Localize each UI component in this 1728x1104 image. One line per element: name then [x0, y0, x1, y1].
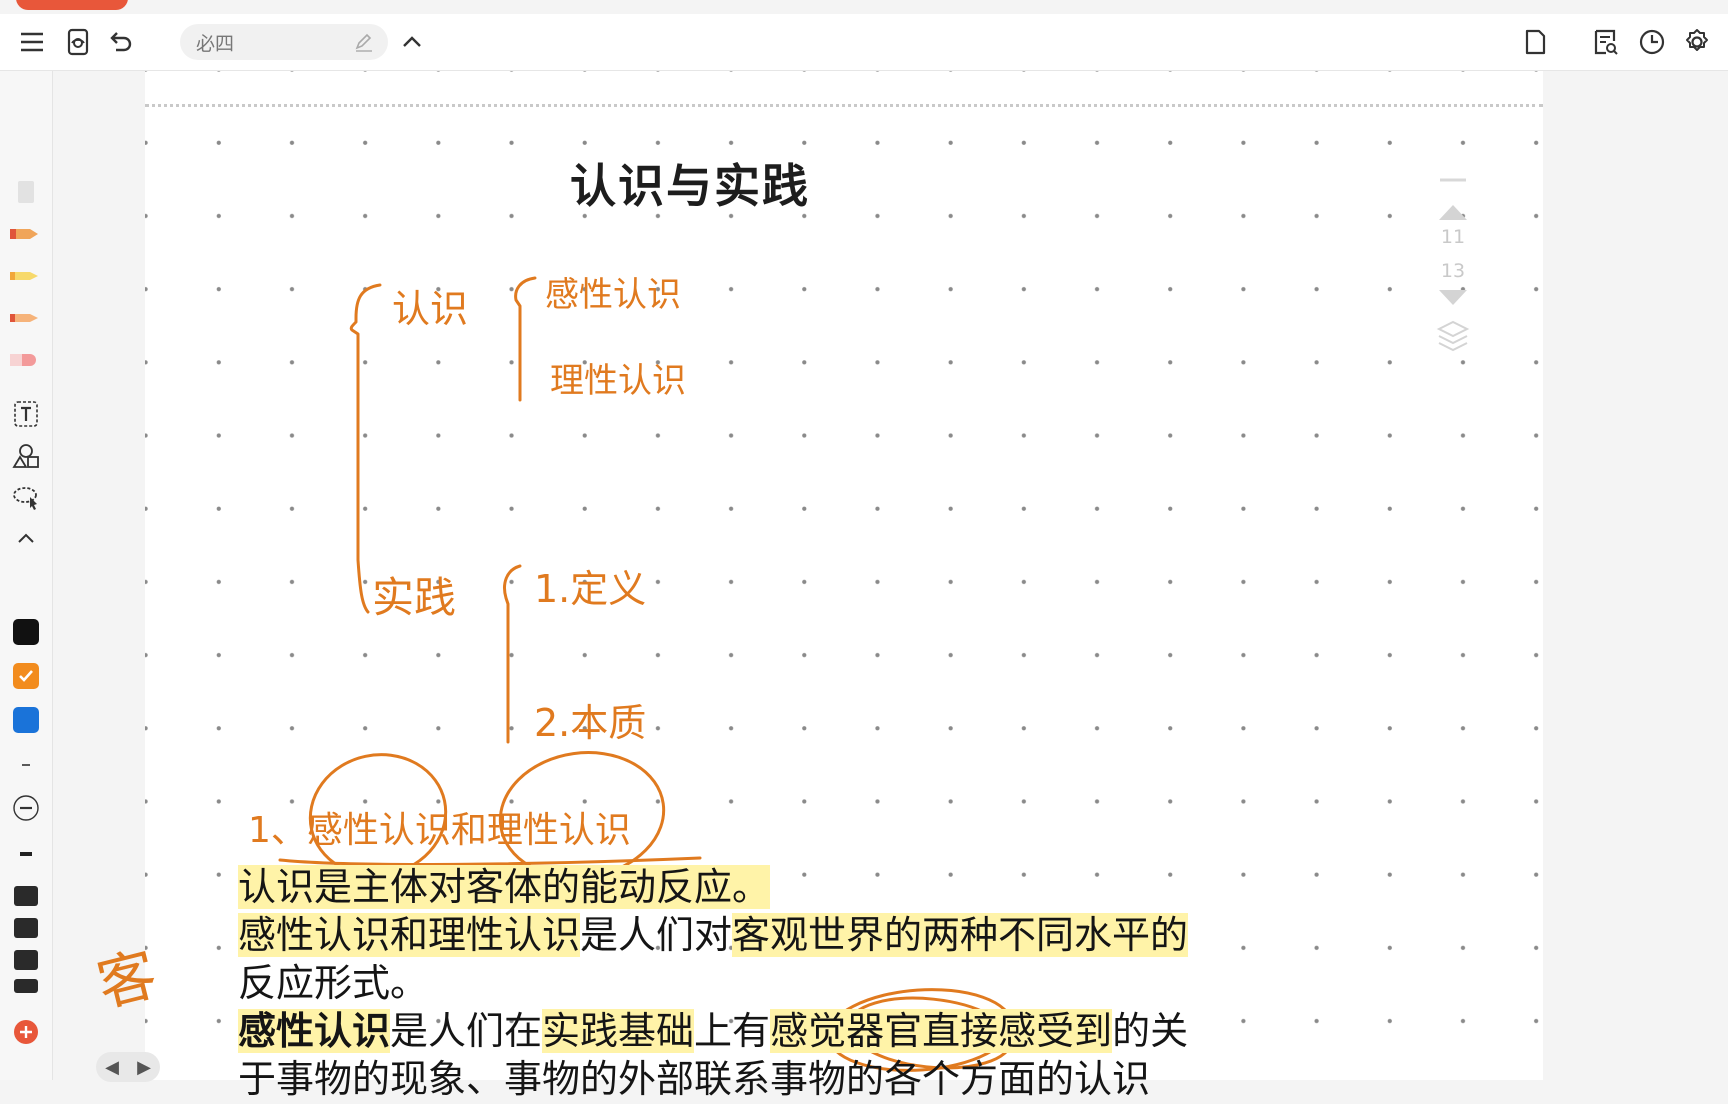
- plain-text: 是人们对: [580, 913, 733, 957]
- preset-marker-1[interactable]: [8, 879, 44, 913]
- stroke-width-thick[interactable]: [8, 837, 44, 871]
- layers-icon[interactable]: [1436, 320, 1470, 352]
- paragraph-line-4: 感性认识是人们在实践基础上有感觉器官直接感受到的关: [238, 1006, 1188, 1056]
- paragraph-line-2: 感性认识和理性认识是人们对客观世界的两种不同水平的: [238, 910, 1189, 960]
- highlight-phrase: 客观世界的两种不同水平的: [732, 913, 1189, 957]
- stroke-width-medium-selected[interactable]: [8, 791, 44, 825]
- plain-text: 的关: [1112, 1009, 1189, 1053]
- current-page-number: 11: [1440, 226, 1466, 248]
- plain-text: 反应形式。: [238, 961, 429, 1005]
- fountain-pen-tool[interactable]: [8, 217, 44, 251]
- page-up-icon[interactable]: [1439, 205, 1467, 220]
- page-icon[interactable]: [1517, 24, 1553, 60]
- ballpoint-pen-tool[interactable]: [8, 301, 44, 335]
- history-icon[interactable]: [1634, 24, 1670, 60]
- undo-icon[interactable]: [102, 24, 138, 60]
- color-swatch-orange-selected[interactable]: [13, 663, 39, 689]
- stroke-width-thin[interactable]: [8, 748, 44, 782]
- paragraph-line-3: 反应形式。: [238, 958, 428, 1008]
- page-navigator: 11 13: [1422, 176, 1484, 366]
- page-title: 认识与实践: [570, 159, 810, 213]
- highlight-phrase: 实践基础: [542, 1009, 695, 1053]
- notebook-title-field[interactable]: 必四: [180, 24, 388, 60]
- color-swatch-black[interactable]: [13, 619, 39, 645]
- preset-marker-4[interactable]: [8, 969, 44, 1003]
- read-mode-icon[interactable]: [60, 24, 96, 60]
- lasso-select-icon[interactable]: [8, 481, 44, 515]
- add-tool-icon[interactable]: [8, 1015, 44, 1049]
- bold-term: 感性认识: [238, 1009, 391, 1053]
- paragraph-line-5: 于事物的现象、事物的外部联系事物的各个方面的认识: [238, 1054, 1150, 1104]
- plain-text: 是人们在: [390, 1009, 543, 1053]
- chevron-right-icon[interactable]: ▶: [137, 1057, 151, 1078]
- page-thumbnail-tool[interactable]: [8, 175, 44, 209]
- search-notes-icon[interactable]: [1588, 24, 1624, 60]
- preset-marker-2[interactable]: [8, 911, 44, 945]
- settings-icon[interactable]: [1679, 24, 1715, 60]
- tool-sidebar: [0, 71, 53, 1080]
- chevron-left-icon[interactable]: ◀: [105, 1057, 119, 1078]
- shapes-tool-icon[interactable]: [8, 439, 44, 473]
- highlight-line-1: 认识是主体对客体的能动反应。: [238, 865, 771, 909]
- check-icon: [19, 670, 33, 682]
- collapse-icon[interactable]: [394, 24, 430, 60]
- menu-icon[interactable]: [14, 24, 50, 60]
- status-bar: [0, 0, 1728, 14]
- recording-indicator: [16, 0, 128, 10]
- paragraph-line-1: 认识是主体对客体的能动反应。: [238, 862, 771, 912]
- color-swatch-blue[interactable]: [13, 707, 39, 733]
- plain-text: 于事物的现象、事物的外部联系事物的各个方面的认识: [238, 1057, 1151, 1101]
- text-tool-icon[interactable]: [8, 397, 44, 431]
- top-toolbar: 必四: [0, 14, 1728, 71]
- page-down-icon[interactable]: [1439, 290, 1467, 305]
- total-page-number: 13: [1440, 260, 1466, 282]
- pencil-tool[interactable]: [8, 259, 44, 293]
- page-top-divider: [145, 104, 1543, 107]
- highlight-phrase: 感觉器官直接感受到: [770, 1009, 1113, 1053]
- notebook-title: 必四: [196, 32, 235, 55]
- highlight-term: 感性认识和理性认识: [238, 913, 581, 957]
- scroll-nav[interactable]: ◀ ▶: [96, 1052, 160, 1082]
- edit-pencil-icon[interactable]: [352, 30, 376, 54]
- eraser-tool[interactable]: [8, 343, 44, 377]
- plain-text: 上有: [694, 1009, 771, 1053]
- collapse-tools-icon[interactable]: [8, 521, 44, 555]
